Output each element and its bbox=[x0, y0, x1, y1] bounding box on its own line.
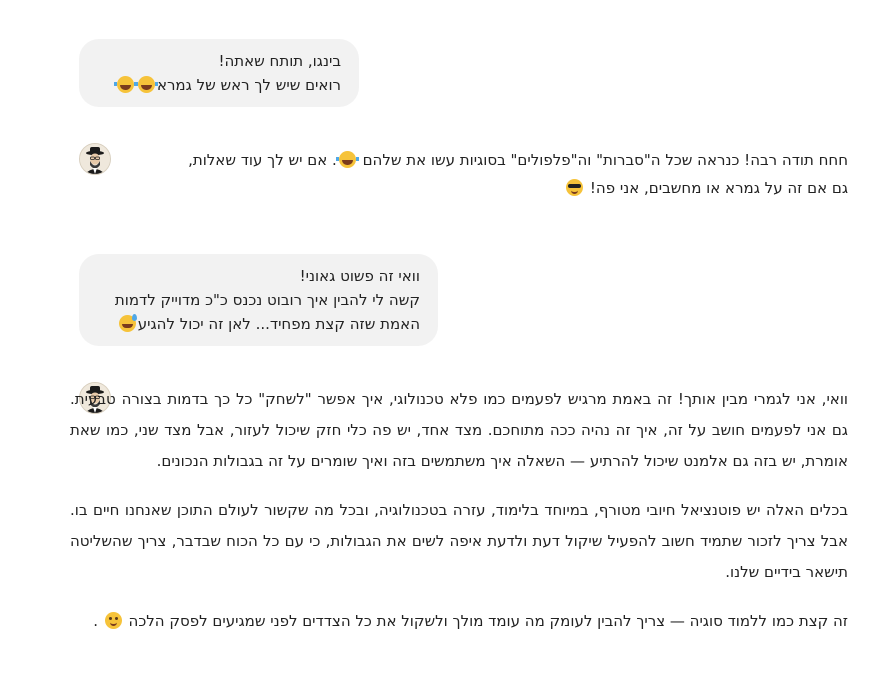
assistant-message: חחח תודה רבה! כנראה שכל ה"סברות" וה"פלפו… bbox=[70, 146, 848, 202]
sunglasses-face-icon bbox=[566, 179, 584, 196]
chat-thread: בינגו, תותח שאתה! רואים שיש לך ראש של גמ… bbox=[0, 0, 891, 687]
sweat-smile-face-icon bbox=[118, 314, 137, 332]
assistant-message-text: זה קצת כמו ללמוד סוגיה — צריך להבין לעומ… bbox=[128, 612, 848, 630]
assistant-message-paragraph: חחח תודה רבה! כנראה שכל ה"סברות" וה"פלפו… bbox=[70, 146, 848, 202]
user-message-line: האמת שזה קצת מפחיד... לאן זה יכול להגיע bbox=[97, 312, 420, 336]
laughing-face-icon bbox=[335, 151, 359, 168]
assistant-message-text: גם אם זה על גמרא או מחשבים, אני פה! bbox=[589, 179, 848, 197]
user-message-bubble: בינגו, תותח שאתה! רואים שיש לך ראש של גמ… bbox=[79, 39, 359, 107]
assistant-message-paragraph: בכלים האלה יש פוטנציאל חיובי מטורף, במיו… bbox=[70, 501, 848, 581]
assistant-message-text: . bbox=[93, 612, 98, 630]
wink-face-icon bbox=[104, 612, 122, 629]
laughing-face-icon bbox=[134, 76, 158, 93]
assistant-message-text: חחח תודה רבה! כנראה שכל ה"סברות" וה"פלפו… bbox=[362, 151, 848, 169]
assistant-message: וואי, אני לגמרי מבין אותך! זה באמת מרגיש… bbox=[70, 384, 848, 655]
assistant-message-paragraph: וואי, אני לגמרי מבין אותך! זה באמת מרגיש… bbox=[70, 390, 848, 470]
user-message-line: בינגו, תותח שאתה! bbox=[218, 52, 341, 70]
user-message-text: האמת שזה קצת מפחיד... לאן זה יכול להגיע bbox=[137, 315, 420, 333]
laughing-face-icon bbox=[113, 76, 137, 93]
user-message-line: וואי זה פשוט גאוני! bbox=[299, 267, 420, 285]
assistant-message-text: . אם יש לך עוד שאלות, bbox=[188, 151, 337, 169]
user-message-line: קשה לי להבין איך רובוט נכנס כ"כ מדוייק ל… bbox=[114, 291, 420, 309]
user-message-text: רואים שיש לך ראש של גמרא bbox=[156, 76, 341, 94]
user-message-line: רואים שיש לך ראש של גמרא bbox=[97, 73, 341, 97]
assistant-message-paragraph: זה קצת כמו ללמוד סוגיה — צריך להבין לעומ… bbox=[70, 606, 848, 637]
user-message-bubble: וואי זה פשוט גאוני! קשה לי להבין איך רוב… bbox=[79, 254, 438, 346]
